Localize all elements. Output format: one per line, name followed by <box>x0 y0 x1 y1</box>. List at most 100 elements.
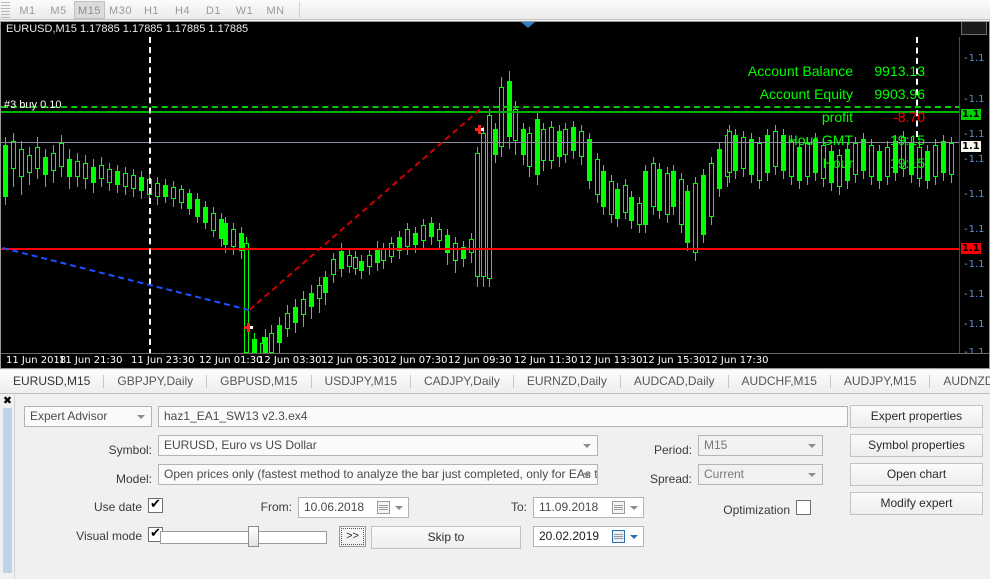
chart-tab-audnzd-m15[interactable]: AUDNZD,M15 <box>930 370 990 393</box>
candle-body <box>733 135 738 171</box>
candle-body <box>244 243 249 353</box>
candle-body <box>115 171 120 185</box>
model-select[interactable]: Open prices only (fastest method to anal… <box>158 464 598 485</box>
time-axis-label: 12 Jun 07:30 <box>384 355 448 366</box>
timeframe-button-h1[interactable]: H1 <box>136 1 167 19</box>
skip-to-button[interactable]: Skip to <box>371 526 521 549</box>
close-icon[interactable]: ✖ <box>2 395 13 406</box>
tester-button-modify-expert[interactable]: Modify expert <box>850 492 983 515</box>
visual-speed-slider-thumb[interactable] <box>248 526 259 547</box>
tester-button-open-chart[interactable]: Open chart <box>850 463 983 486</box>
chevron-down-icon[interactable] <box>630 506 638 510</box>
candle-body <box>131 175 136 189</box>
chart-tab-eurusd-m15[interactable]: EURUSD,M15 <box>0 370 103 393</box>
visual-speed-slider[interactable] <box>160 531 327 544</box>
chart-tab-audjpy-m15[interactable]: AUDJPY,M15 <box>831 370 929 393</box>
calendar-icon[interactable] <box>377 501 390 514</box>
symbol-select[interactable]: EURUSD, Euro vs US Dollar <box>158 435 598 456</box>
hour-gmt-value: 19:15 <box>853 132 925 148</box>
hour-gmt-row: Hour GMT 19:15 <box>748 132 925 148</box>
timeframe-button-m5[interactable]: M5 <box>43 1 74 19</box>
chevron-down-icon <box>808 473 816 477</box>
price-axis-tick: -1.1 <box>964 319 985 330</box>
chart-tab-audcad-daily[interactable]: AUDCAD,Daily <box>621 370 728 393</box>
tester-mode-select[interactable]: Expert Advisor <box>24 406 152 427</box>
timeframe-button-m1[interactable]: M1 <box>12 1 43 19</box>
candle-body <box>481 133 486 277</box>
price-axis[interactable]: -1.1-1.1-1.1-1.1-1.1-1.1-1.1-1.1-1.1-1.1… <box>959 37 989 355</box>
candle-body <box>3 145 8 197</box>
timeframe-button-m30[interactable]: M30 <box>105 1 136 19</box>
chart-level-line <box>1 248 961 250</box>
chart-restore-button[interactable] <box>961 22 987 35</box>
expert-file-field[interactable]: haz1_EA1_SW13 v2.3.ex4 <box>158 406 848 427</box>
candle-body <box>601 171 606 207</box>
order-current-marker[interactable] <box>475 123 484 132</box>
candle-body <box>445 235 450 253</box>
timeframe-button-d1[interactable]: D1 <box>198 1 229 19</box>
candle-body <box>709 163 714 217</box>
time-axis[interactable]: 11 Jun 201811 Jun 21:3011 Jun 23:3012 Ju… <box>1 353 990 368</box>
chart-window: EURUSD,M15 1.17885 1.17885 1.17885 1.178… <box>0 21 990 369</box>
skip-to-date-value: 20.02.2019 <box>539 529 599 543</box>
time-axis-label: 11 Jun 2018 <box>6 355 66 366</box>
candle-body <box>475 153 480 277</box>
period-select[interactable]: M15 <box>698 435 823 456</box>
tester-button-symbol-properties[interactable]: Symbol properties <box>850 434 983 457</box>
calendar-icon[interactable] <box>612 501 625 514</box>
spread-select[interactable]: Current <box>698 464 823 485</box>
symbol-select-value: EURUSD, Euro vs US Dollar <box>164 438 317 452</box>
candle-body <box>701 175 706 235</box>
chart-tab-usdjpy-m15[interactable]: USDJPY,M15 <box>312 370 410 393</box>
toolbar-grip[interactable] <box>1 2 10 18</box>
timeframe-button-w1[interactable]: W1 <box>229 1 260 19</box>
pause-resume-button[interactable]: >> <box>339 526 366 547</box>
candle-body <box>571 127 576 151</box>
candle-body <box>623 185 628 213</box>
tick-dash-icon: - <box>964 259 968 270</box>
price-axis-tick: -1.1 <box>964 224 985 235</box>
candle-body <box>375 249 380 263</box>
candle-body <box>679 179 684 225</box>
from-date-field[interactable]: 10.06.2018 <box>298 497 409 518</box>
strategy-tester-panel: ✖ Expert Advisor haz1_EA1_SW13 v2.3.ex4 … <box>0 394 990 579</box>
candle-body <box>59 143 64 167</box>
tester-vertical-tab[interactable] <box>3 408 12 573</box>
candle-body <box>353 257 358 269</box>
candle-body <box>949 143 954 175</box>
tester-mode-select-value: Expert Advisor <box>30 409 107 423</box>
timeframe-button-m15[interactable]: M15 <box>74 1 105 19</box>
period-select-value: M15 <box>704 438 727 452</box>
chevron-down-icon[interactable] <box>395 506 403 510</box>
chart-tab-gbpusd-m15[interactable]: GBPUSD,M15 <box>207 370 310 393</box>
candle-body <box>179 189 184 203</box>
optimization-checkbox[interactable] <box>796 500 811 515</box>
chart-tab-gbpjpy-daily[interactable]: GBPJPY,Daily <box>104 370 206 393</box>
tester-button-expert-properties[interactable]: Expert properties <box>850 405 983 428</box>
profit-value: -8.70 <box>853 109 925 125</box>
calendar-icon[interactable] <box>612 530 625 543</box>
use-date-checkbox[interactable] <box>148 498 163 513</box>
price-axis-highlight-tag: 1.1 <box>961 109 981 120</box>
candle-body <box>19 149 24 177</box>
chart-plot-area[interactable]: #3 buy 0.10 Account Balance 9913.13 Acco… <box>1 37 961 355</box>
profit-label: profit <box>822 109 853 125</box>
time-axis-label: 12 Jun 09:30 <box>448 355 512 366</box>
timeframe-button-h4[interactable]: H4 <box>167 1 198 19</box>
timeframe-button-mn[interactable]: MN <box>260 1 291 19</box>
candle-body <box>587 139 592 181</box>
price-axis-tick-label: 1.1 <box>969 189 985 200</box>
candle-body <box>513 109 518 141</box>
candle-body <box>609 181 614 215</box>
order-open-marker[interactable] <box>244 321 253 330</box>
skip-to-date-field[interactable]: 20.02.2019 <box>533 526 644 547</box>
candle-body <box>405 229 410 247</box>
tick-dash-icon: - <box>964 94 968 105</box>
chart-tab-bar[interactable]: EURUSD,M15GBPJPY,DailyGBPUSD,M15USDJPY,M… <box>0 370 990 394</box>
to-date-field[interactable]: 11.09.2018 <box>533 497 644 518</box>
chart-tab-cadjpy-daily[interactable]: CADJPY,Daily <box>411 370 513 393</box>
chart-tab-audchf-m15[interactable]: AUDCHF,M15 <box>729 370 830 393</box>
chevron-down-icon[interactable] <box>630 535 638 539</box>
chart-tab-eurnzd-daily[interactable]: EURNZD,Daily <box>514 370 620 393</box>
candle-body <box>123 173 128 187</box>
